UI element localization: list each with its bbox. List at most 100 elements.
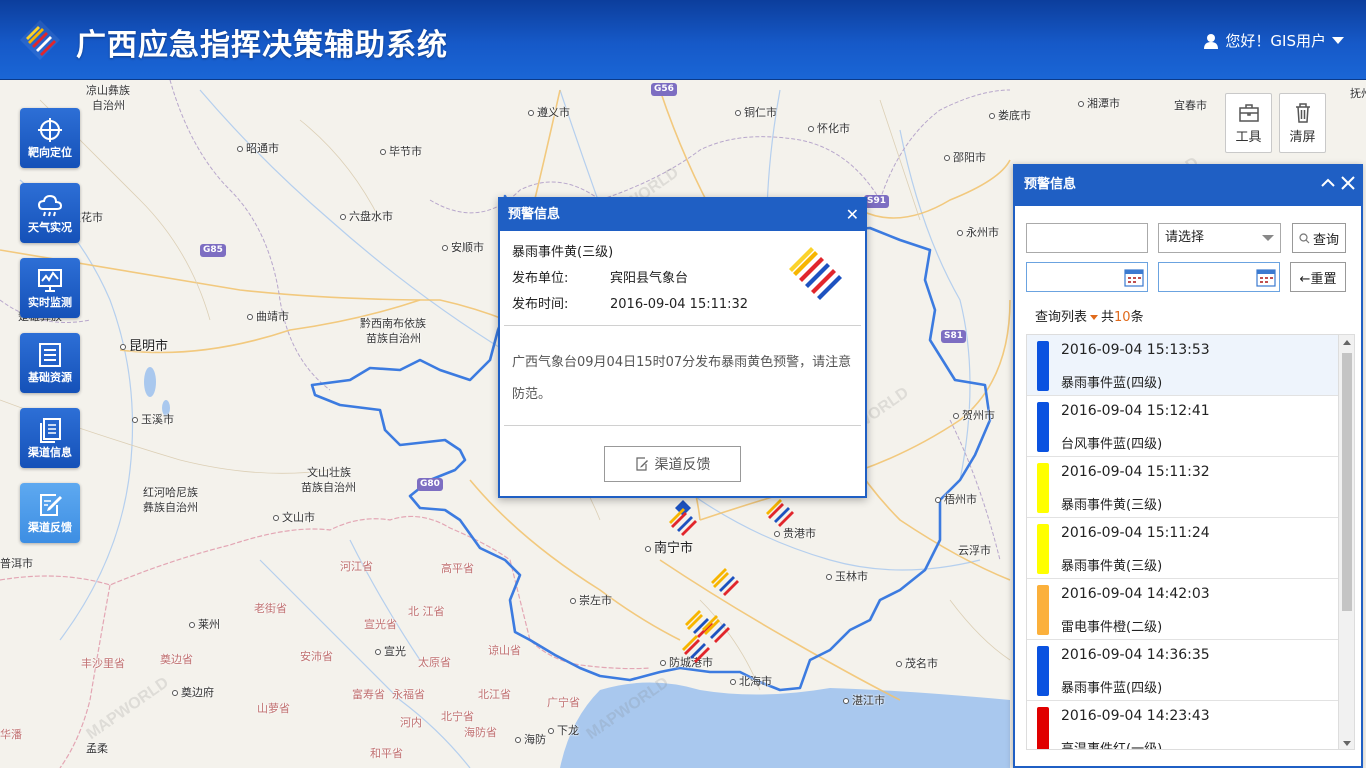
app-logo [20, 20, 60, 60]
map-place-label: 太原省 [418, 656, 451, 669]
close-icon[interactable]: ✕ [846, 199, 859, 231]
map-place-label: 邵阳市 [944, 149, 986, 165]
map-place-label: 红河哈尼族 [143, 486, 198, 499]
list-item-name: 高温事件红(一级) [1061, 742, 1163, 750]
city-dot-icon [548, 728, 554, 734]
popup-header-title: 预警信息 [508, 207, 561, 222]
map-place-label: 下龙 [548, 722, 579, 738]
city-dot-icon [515, 737, 521, 743]
sort-arrow-icon[interactable] [1090, 315, 1099, 320]
list-item[interactable]: 2016-09-04 15:11:32 暴雨事件黄(三级) [1027, 457, 1338, 518]
popup-unit-row: 发布单位: 宾阳县气象台 [512, 267, 688, 286]
map-place-label: 苗族自治州 [366, 332, 421, 345]
map-place-label: 山萝省 [257, 702, 290, 715]
map-place-label: 安顺市 [442, 239, 484, 255]
map-place-label: 丰沙里省 [81, 657, 125, 670]
warning-list: 2016-09-04 15:13:53 暴雨事件蓝(四级) 2016-09-04… [1026, 334, 1355, 750]
edit-icon [635, 457, 648, 471]
level-color-bar [1037, 646, 1049, 696]
list-item[interactable]: 2016-09-04 15:13:53 暴雨事件蓝(四级) [1027, 335, 1338, 396]
map-place-label: 河内 [400, 716, 422, 729]
map-place-label: 老街省 [254, 602, 287, 615]
collapse-icon[interactable] [1321, 178, 1335, 188]
map-place-label: 昭通市 [237, 140, 279, 156]
map-place-label: 玉林市 [826, 568, 868, 584]
map-place-label: 崇左市 [570, 592, 612, 608]
user-menu[interactable]: 您好！GIS用户 [1203, 30, 1344, 51]
map-place-label: 安沛省 [300, 650, 333, 663]
city-dot-icon [935, 497, 941, 503]
map-place-label: 高平省 [441, 562, 474, 575]
map-place-label: 宜春市 [1174, 99, 1207, 112]
warning-panel: 预警信息 请选择 查询 ←重置 查询列表 共10条 2016-09-04 15:1… [1013, 164, 1363, 768]
list-item-time: 2016-09-04 14:36:35 [1061, 647, 1210, 663]
popup-header: 预警信息 ✕ [500, 199, 865, 231]
end-date-input[interactable] [1158, 262, 1280, 292]
calendar-icon[interactable] [1124, 267, 1144, 287]
road-number-badge: G56 [651, 83, 677, 96]
reset-button[interactable]: ←重置 [1290, 262, 1346, 292]
weather-icon [37, 194, 63, 217]
city-dot-icon [442, 245, 448, 251]
close-icon[interactable] [1341, 176, 1355, 190]
scroll-up-icon[interactable] [1343, 340, 1351, 345]
calendar-icon[interactable] [1256, 267, 1276, 287]
city-dot-icon [774, 531, 780, 537]
scrollbar-thumb[interactable] [1342, 353, 1352, 611]
list-item-name: 暴雨事件蓝(四级) [1061, 376, 1163, 391]
list-label[interactable]: 查询列表 [1035, 310, 1087, 325]
sidebar-item-resources[interactable]: 基础资源 [20, 333, 80, 393]
map-place-label: 华潘 [0, 728, 22, 741]
map-place-label: 自治州 [92, 99, 125, 112]
tools-button[interactable]: 工具 [1225, 93, 1272, 153]
start-date-input[interactable] [1026, 262, 1148, 292]
list-item[interactable]: 2016-09-04 14:36:35 暴雨事件蓝(四级) [1027, 640, 1338, 701]
map-place-label: 和平省 [370, 747, 403, 760]
map-place-label: 曲靖市 [247, 308, 289, 324]
warning-marker[interactable] [676, 625, 716, 665]
list-item[interactable]: 2016-09-04 14:23:43 高温事件红(一级) [1027, 701, 1338, 750]
warning-marker[interactable] [705, 558, 745, 598]
list-item[interactable]: 2016-09-04 14:42:03 雷电事件橙(二级) [1027, 579, 1338, 640]
warning-type-select[interactable]: 请选择 [1158, 223, 1281, 253]
list-item[interactable]: 2016-09-04 15:11:24 暴雨事件黄(三级) [1027, 518, 1338, 579]
keyword-input[interactable] [1026, 223, 1148, 253]
city-dot-icon [247, 314, 253, 320]
channel-feedback-button[interactable]: 渠道反馈 [604, 446, 741, 482]
sidebar-item-label: 靶向定位 [28, 146, 72, 159]
search-label: 查询 [1312, 232, 1339, 248]
map-place-label: 昆明市 [120, 335, 168, 354]
city-dot-icon [237, 146, 243, 152]
list-item-name: 暴雨事件黄(三级) [1061, 559, 1163, 574]
search-button[interactable]: 查询 [1292, 223, 1346, 253]
map-place-label: 彝族自治州 [143, 501, 198, 514]
map-place-label: 南宁市 [645, 537, 693, 556]
popup-time-value: 2016-09-04 15:11:32 [610, 297, 749, 312]
sidebar-item-channel-feedback[interactable]: 渠道反馈 [20, 483, 80, 543]
monitor-icon [38, 269, 62, 292]
map-place-label: 娄底市 [989, 107, 1031, 123]
scroll-down-icon[interactable] [1343, 741, 1351, 746]
sidebar-item-weather[interactable]: 天气实况 [20, 183, 80, 243]
list-item[interactable]: 2016-09-04 15:12:41 台风事件蓝(四级) [1027, 396, 1338, 457]
total-prefix: 共 [1101, 310, 1115, 325]
map-place-label: 富寿省 [352, 688, 385, 701]
city-dot-icon [375, 649, 381, 655]
map-place-label: 海防 [515, 731, 546, 747]
clear-screen-button[interactable]: 清屏 [1279, 93, 1326, 153]
toolbox-icon [1238, 104, 1259, 122]
sidebar-item-targeting[interactable]: 靶向定位 [20, 108, 80, 168]
level-color-bar [1037, 463, 1049, 513]
sidebar-item-label: 实时监测 [28, 296, 72, 309]
map-place-label: 贺州市 [953, 407, 995, 423]
road-number-badge: S81 [941, 330, 967, 343]
warning-marker[interactable] [663, 498, 703, 538]
map-place-label: 宣光省 [364, 618, 397, 631]
map-place-label: 云浮市 [958, 544, 991, 557]
sidebar-item-channel-info[interactable]: 渠道信息 [20, 408, 80, 468]
sidebar-item-monitoring[interactable]: 实时监测 [20, 258, 80, 318]
city-dot-icon [528, 110, 534, 116]
list-item-time: 2016-09-04 15:11:32 [1061, 464, 1210, 480]
popup-time-row: 发布时间: 2016-09-04 15:11:32 [512, 293, 748, 312]
list-scrollbar[interactable] [1338, 335, 1354, 749]
